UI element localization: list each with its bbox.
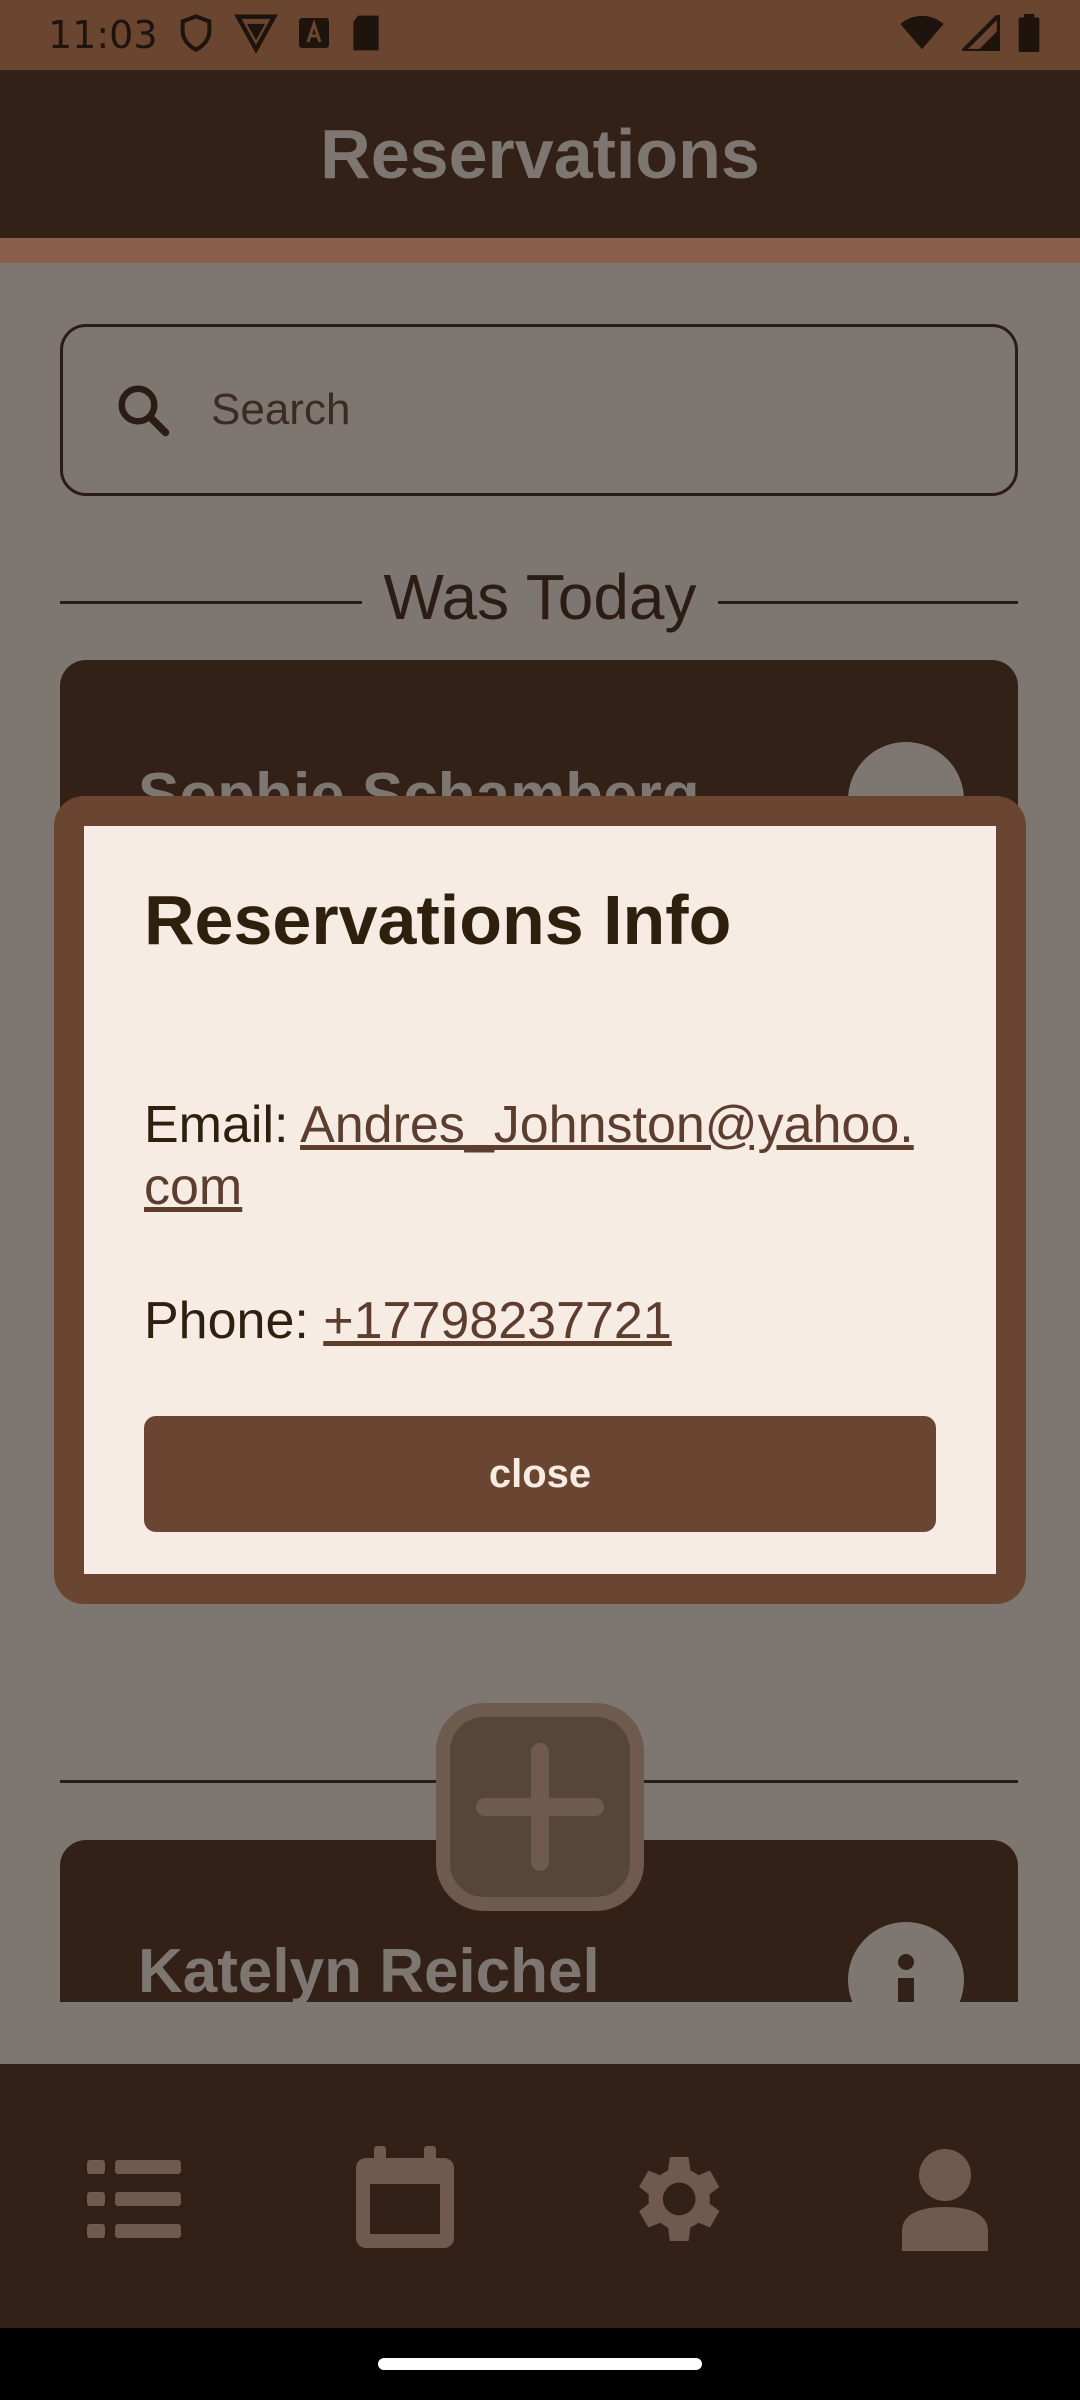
reservation-name: Katelyn Reichel — [138, 1937, 600, 2002]
status-time: 11:03 — [48, 13, 158, 57]
status-bar: 11:03 — [0, 0, 1080, 70]
info-icon[interactable] — [848, 1922, 964, 2002]
app-header: Reservations — [0, 70, 1080, 238]
person-icon — [902, 2149, 988, 2251]
vpn-icon — [233, 13, 278, 58]
wifi-icon — [900, 15, 944, 56]
email-label: Email: — [144, 1096, 289, 1154]
sd-card-icon — [350, 14, 382, 57]
nav-settings[interactable] — [610, 2134, 740, 2264]
search-input[interactable]: Search — [60, 324, 1018, 496]
phone-label: Phone: — [144, 1292, 309, 1350]
calendar-icon — [356, 2146, 454, 2248]
dialog-title: Reservations Info — [144, 881, 732, 959]
battery-icon — [1018, 14, 1040, 57]
phone-link[interactable]: +17798237721 — [323, 1292, 672, 1350]
bottom-navigation — [0, 2064, 1080, 2328]
phone-row: Phone: +17798237721 — [144, 1290, 934, 1352]
home-indicator[interactable] — [378, 2358, 702, 2370]
close-button[interactable]: close — [144, 1416, 936, 1532]
page-title: Reservations — [320, 115, 760, 193]
search-icon — [113, 380, 173, 440]
plus-icon — [476, 1743, 604, 1871]
nav-list[interactable] — [70, 2134, 200, 2264]
add-reservation-button[interactable] — [436, 1703, 644, 1911]
section-title: Was Today — [383, 561, 697, 633]
section-divider-right — [718, 601, 1018, 604]
email-row: Email: Andres_Johnston@yahoo.com — [144, 1094, 934, 1218]
gear-icon — [639, 2157, 720, 2241]
signal-icon — [957, 9, 1002, 56]
list-icon — [87, 2160, 181, 2238]
header-divider — [0, 238, 1080, 263]
nav-profile[interactable] — [880, 2134, 1010, 2264]
shield-icon — [176, 13, 216, 58]
font-icon — [296, 15, 332, 56]
search-placeholder: Search — [211, 385, 351, 434]
nav-calendar[interactable] — [340, 2134, 470, 2264]
